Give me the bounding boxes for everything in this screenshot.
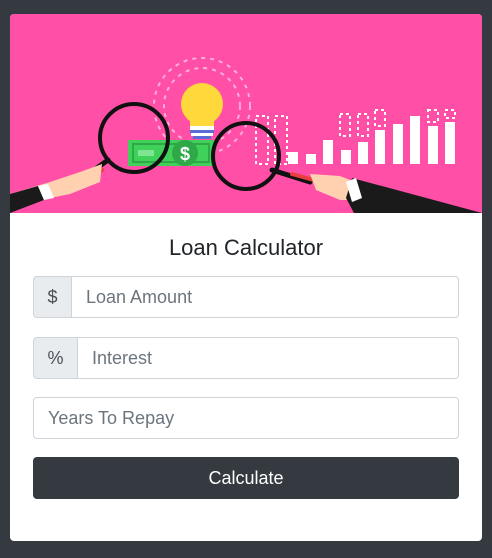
years-to-repay-input[interactable]: Years To Repay bbox=[33, 397, 459, 439]
years-group: Years To Repay bbox=[33, 397, 459, 439]
loan-amount-group: $ Loan Amount bbox=[33, 276, 459, 318]
loan-amount-input[interactable]: Loan Amount bbox=[71, 276, 459, 318]
bar-chart-icon bbox=[255, 109, 456, 165]
dollar-addon: $ bbox=[33, 276, 71, 318]
right-hand bbox=[310, 174, 482, 213]
interest-input[interactable]: Interest bbox=[77, 337, 459, 379]
money-bill-icon: $ bbox=[128, 140, 214, 166]
loan-calculator-card: $ Loan Calculator $ Loan Amount % Intere… bbox=[10, 14, 482, 541]
hero-svg: $ bbox=[10, 57, 482, 213]
hero-illustration: $ bbox=[10, 14, 482, 213]
percent-addon: % bbox=[33, 337, 77, 379]
svg-text:$: $ bbox=[180, 144, 190, 164]
calculate-button[interactable]: Calculate bbox=[33, 457, 459, 499]
page-title: Loan Calculator bbox=[168, 235, 324, 260]
interest-group: % Interest bbox=[33, 337, 459, 379]
left-hand bbox=[10, 164, 102, 213]
